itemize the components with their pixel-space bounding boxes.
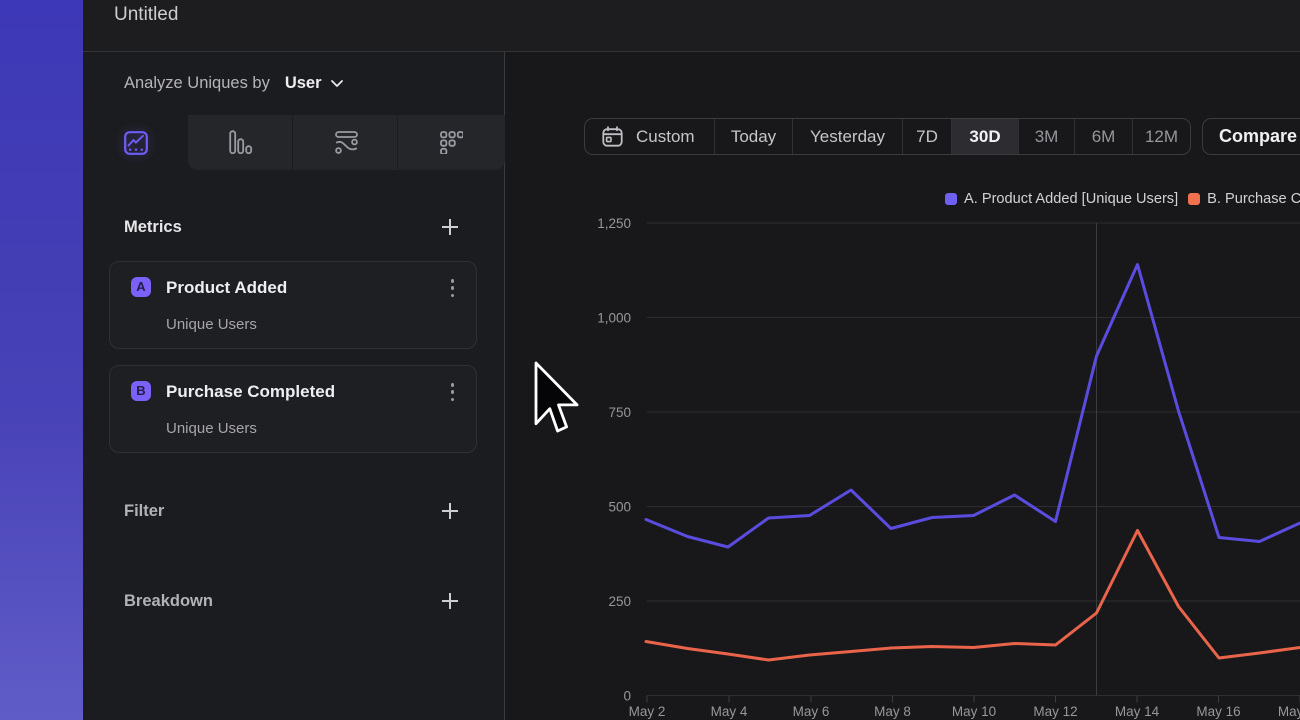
svg-text:0: 0 [623,689,631,704]
svg-text:250: 250 [608,594,631,609]
svg-text:May 14: May 14 [1115,704,1160,719]
svg-text:May 8: May 8 [874,704,911,719]
svg-text:May 2: May 2 [629,704,666,719]
svg-text:1,250: 1,250 [597,216,631,231]
svg-text:May 4: May 4 [711,704,748,719]
svg-text:1,000: 1,000 [597,311,631,326]
svg-text:750: 750 [608,405,631,420]
svg-text:May 12: May 12 [1033,704,1077,719]
svg-text:May 10: May 10 [952,704,996,719]
svg-text:500: 500 [608,500,631,515]
svg-text:May 6: May 6 [793,704,830,719]
svg-text:May 18: May 18 [1278,704,1300,719]
svg-text:May 16: May 16 [1196,704,1240,719]
